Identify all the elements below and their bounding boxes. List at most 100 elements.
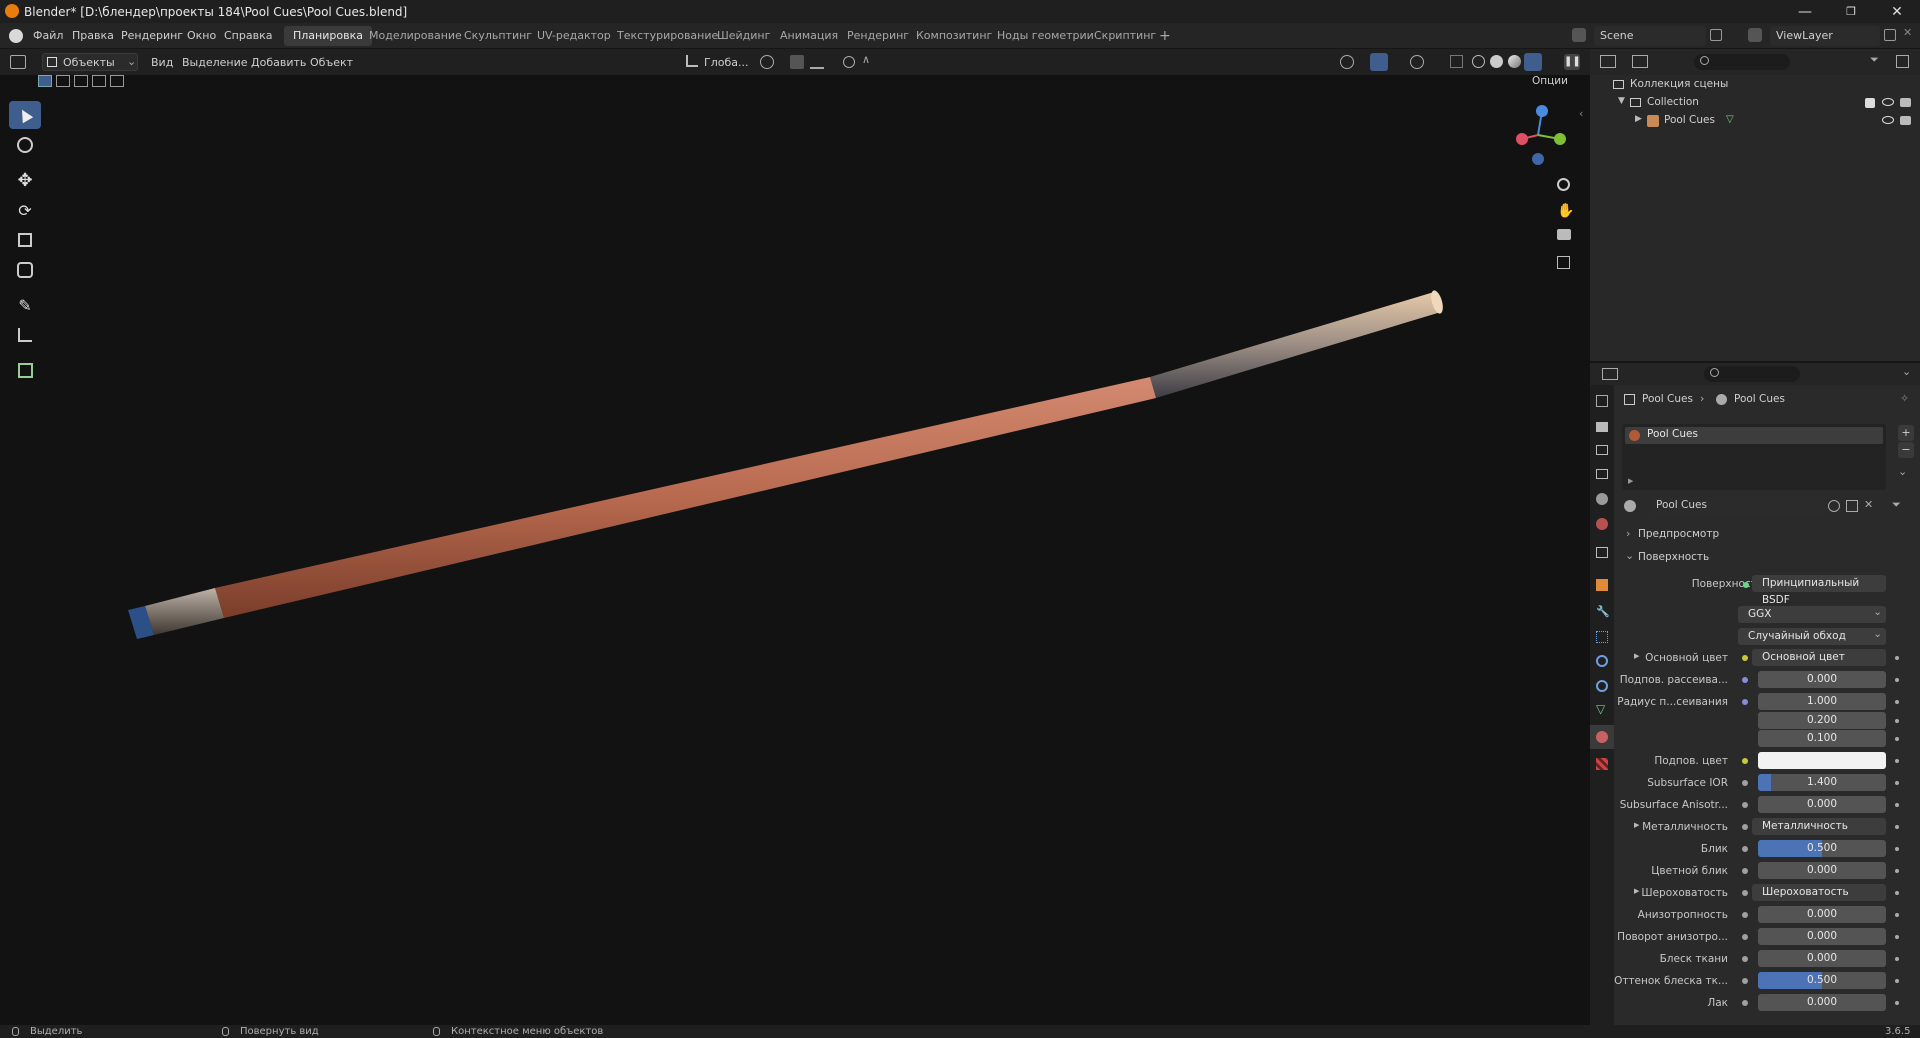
options-chevron-icon[interactable]: ⌄	[1902, 365, 1911, 378]
snap-icon[interactable]	[790, 55, 804, 69]
keyframe-dot-icon[interactable]	[1895, 825, 1899, 829]
world-tab-icon[interactable]	[1596, 518, 1608, 530]
number-field[interactable]: 0.000	[1758, 671, 1886, 688]
keyframe-dot-icon[interactable]	[1895, 979, 1899, 983]
visibility-filter-icon[interactable]	[1340, 55, 1354, 69]
3d-viewport[interactable]: Опции ✥ ⟳ ✎ ✋ ‹	[0, 75, 1590, 1025]
rendered-shading-icon[interactable]	[1524, 53, 1542, 71]
remove-viewlayer-icon[interactable]: ✕	[1903, 26, 1912, 39]
scene-tab-icon[interactable]	[1596, 493, 1608, 505]
material-browse-icon[interactable]	[1624, 500, 1636, 512]
keyframe-dot-icon[interactable]	[1895, 935, 1899, 939]
number-field[interactable]: 0.100	[1758, 730, 1886, 747]
mesh-data-tab-icon[interactable]: ▽	[1596, 702, 1605, 716]
number-field[interactable]: 0.200	[1758, 712, 1886, 729]
pool-cue-render[interactable]	[0, 75, 1590, 1025]
pivot-icon[interactable]	[760, 55, 774, 69]
expand-arrow-icon[interactable]: ▶	[1635, 114, 1642, 124]
keyframe-dot-icon[interactable]	[1895, 1001, 1899, 1005]
render-tab-icon[interactable]	[1596, 422, 1608, 432]
mesh-data-icon[interactable]: ▽	[1726, 114, 1734, 125]
menu-render[interactable]: Рендеринг	[121, 29, 183, 42]
transform-orientation-icon[interactable]	[686, 55, 698, 67]
keyframe-dot-icon[interactable]	[1895, 913, 1899, 917]
subsurface-method-dropdown[interactable]: Случайный обход ⌄	[1738, 628, 1886, 645]
material-preview-shading-icon[interactable]	[1508, 55, 1521, 68]
blender-menu-icon[interactable]	[9, 29, 23, 43]
close-button[interactable]: ✕	[1874, 0, 1920, 23]
menu-file[interactable]: Файл	[33, 29, 63, 42]
material-slot-list[interactable]: Pool Cues ▶	[1622, 424, 1886, 490]
menu-view[interactable]: Вид	[151, 56, 173, 69]
eye-icon[interactable]	[1882, 116, 1894, 124]
keyframe-dot-icon[interactable]	[1895, 700, 1899, 704]
eye-icon[interactable]	[1882, 98, 1894, 106]
menu-help[interactable]: Справка	[224, 29, 272, 42]
slider-field[interactable]: 0.500	[1758, 972, 1886, 989]
socket-dot-icon[interactable]	[1742, 868, 1748, 874]
keyframe-dot-icon[interactable]	[1895, 678, 1899, 682]
socket-dot-icon[interactable]	[1742, 824, 1748, 830]
snap-target-icon[interactable]	[810, 55, 824, 69]
menu-edit[interactable]: Правка	[72, 29, 114, 42]
socket-dot-icon[interactable]	[1742, 802, 1748, 808]
viewlayer-selector[interactable]: ViewLayer	[1770, 26, 1880, 46]
maximize-button[interactable]: ❐	[1828, 0, 1874, 23]
transform-orientation-label[interactable]: Глоба...	[704, 56, 748, 69]
panel-surface-header[interactable]: ⌄ Поверхность	[1622, 549, 1912, 567]
tab-layout[interactable]: Планировка	[284, 26, 372, 46]
keyframe-dot-icon[interactable]	[1895, 869, 1899, 873]
socket-dot-icon[interactable]	[1742, 956, 1748, 962]
menu-object[interactable]: Объект	[310, 56, 353, 69]
particles-tab-icon[interactable]	[1596, 631, 1608, 643]
keyframe-dot-icon[interactable]	[1895, 847, 1899, 851]
overlay-toggle-icon[interactable]	[1410, 55, 1424, 69]
socket-dot-icon[interactable]	[1742, 890, 1748, 896]
checkbox-icon[interactable]	[1865, 98, 1875, 108]
collapse-sidebar-icon[interactable]: ‹	[1579, 107, 1583, 120]
camera-view-icon[interactable]	[1557, 229, 1571, 240]
material-tab[interactable]	[1590, 725, 1614, 749]
mode-dropdown[interactable]: Объекты ⌄	[42, 53, 138, 71]
expand-arrow-icon[interactable]: ▶	[1634, 821, 1639, 829]
slider-field[interactable]: 1.400	[1758, 774, 1886, 791]
filter-icon[interactable]: ⏷	[1870, 53, 1879, 67]
editor-type-icon[interactable]	[10, 55, 26, 69]
keyframe-dot-icon[interactable]	[1895, 803, 1899, 807]
new-collection-icon[interactable]	[1896, 55, 1909, 68]
socket-dot-icon[interactable]	[1742, 677, 1748, 683]
tool-tab-icon[interactable]	[1596, 395, 1608, 407]
keyframe-dot-icon[interactable]	[1895, 737, 1899, 741]
navigation-gizmo[interactable]	[1504, 99, 1568, 169]
texture-tab-icon[interactable]	[1596, 758, 1608, 770]
panel-preview-header[interactable]: › Предпросмотр	[1622, 526, 1912, 544]
add-slot-button[interactable]: +	[1898, 425, 1914, 441]
keyframe-dot-icon[interactable]	[1895, 891, 1899, 895]
linked-input-field[interactable]: Основной цвет	[1752, 649, 1886, 666]
outliner-editor-icon[interactable]	[1600, 55, 1616, 68]
menu-add[interactable]: Добавить	[251, 56, 306, 69]
new-viewlayer-icon[interactable]	[1884, 29, 1896, 41]
object-tab-icon[interactable]	[1596, 579, 1608, 591]
solid-shading-icon[interactable]	[1490, 55, 1503, 68]
socket-dot-icon[interactable]	[1742, 846, 1748, 852]
socket-dot-icon[interactable]	[1742, 758, 1748, 764]
number-field[interactable]: 1.000	[1758, 693, 1886, 710]
number-field[interactable]: 0.000	[1758, 994, 1886, 1011]
xray-toggle-icon[interactable]	[1450, 55, 1463, 68]
menu-window[interactable]: Окно	[187, 29, 216, 42]
number-field[interactable]: 0.000	[1758, 906, 1886, 923]
ortho-grid-icon[interactable]	[1557, 256, 1570, 269]
expand-arrow-icon[interactable]: ▶	[1634, 887, 1639, 895]
modifier-tab-icon[interactable]: 🔧	[1596, 605, 1610, 618]
physics-tab-icon[interactable]	[1596, 655, 1608, 667]
duplicate-material-icon[interactable]	[1846, 500, 1858, 512]
keyframe-dot-icon[interactable]	[1895, 656, 1899, 660]
display-mode-icon[interactable]	[1632, 55, 1648, 68]
number-field[interactable]: 0.000	[1758, 862, 1886, 879]
menu-select[interactable]: Выделение	[182, 56, 248, 69]
outliner-search-input[interactable]	[1694, 54, 1790, 70]
number-field[interactable]: 0.000	[1758, 796, 1886, 813]
tab-shading[interactable]: Шейдинг	[708, 26, 779, 46]
add-workspace-button[interactable]: +	[1150, 26, 1180, 46]
